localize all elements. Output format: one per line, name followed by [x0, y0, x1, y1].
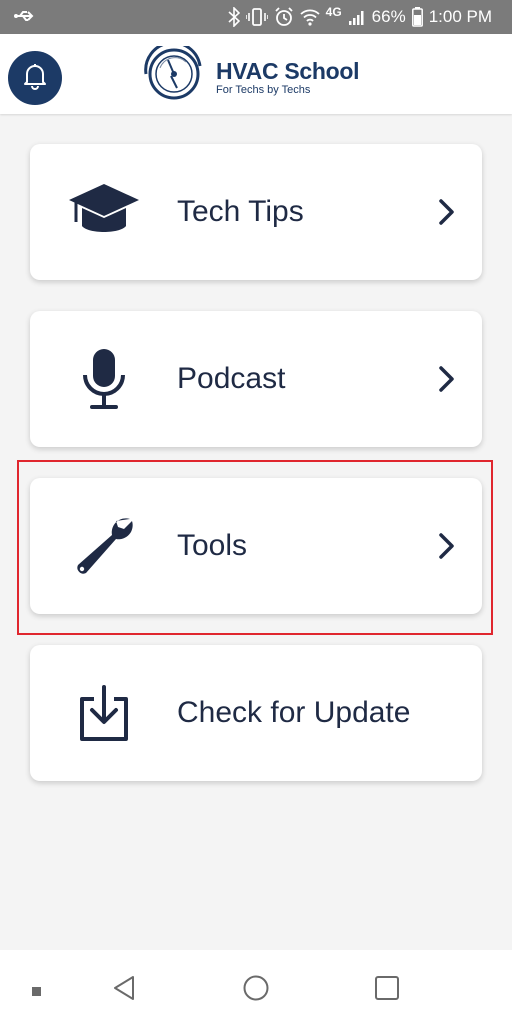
signal-icon [348, 8, 366, 26]
status-bar: 4G 66% 1:00 PM [0, 0, 512, 34]
battery-icon [411, 7, 423, 27]
usb-icon [14, 7, 36, 25]
bell-icon [22, 62, 48, 95]
selection-highlight [17, 460, 493, 635]
chevron-right-icon [438, 365, 456, 398]
clock: 1:00 PM [428, 7, 492, 26]
back-icon[interactable] [112, 974, 136, 1007]
notifications-button[interactable] [8, 51, 62, 105]
menu-item-check-for-update[interactable]: Check for Update [30, 645, 482, 781]
graduation-cap-icon [66, 176, 142, 248]
chevron-right-icon [438, 198, 456, 231]
recents-dot-icon[interactable] [32, 983, 41, 1001]
menu-item-tech-tips[interactable]: Tech Tips [30, 144, 482, 280]
system-nav-bar [0, 950, 512, 1024]
battery-percent: 66% [371, 7, 406, 26]
menu-item-label: Tech Tips [177, 195, 304, 228]
alarm-icon [274, 7, 294, 27]
vibrate-icon [245, 7, 268, 27]
wifi-icon [300, 8, 320, 26]
hvac-school-logo: HVAC School For Techs by Techs [140, 41, 360, 107]
network-type: 4G [325, 5, 342, 19]
bluetooth-icon [228, 7, 240, 27]
microphone-icon [66, 343, 142, 415]
app-header: HVAC School For Techs by Techs [0, 34, 512, 114]
home-icon[interactable] [242, 974, 270, 1007]
overview-icon[interactable] [374, 975, 400, 1006]
menu-item-label: Check for Update [177, 696, 411, 729]
logo-title: HVAC School [216, 57, 360, 84]
menu-item-podcast[interactable]: Podcast [30, 311, 482, 447]
menu-item-label: Podcast [177, 362, 286, 395]
download-icon [66, 677, 142, 749]
gauge-logo-icon [140, 41, 208, 107]
logo-subtitle: For Techs by Techs [216, 83, 311, 96]
